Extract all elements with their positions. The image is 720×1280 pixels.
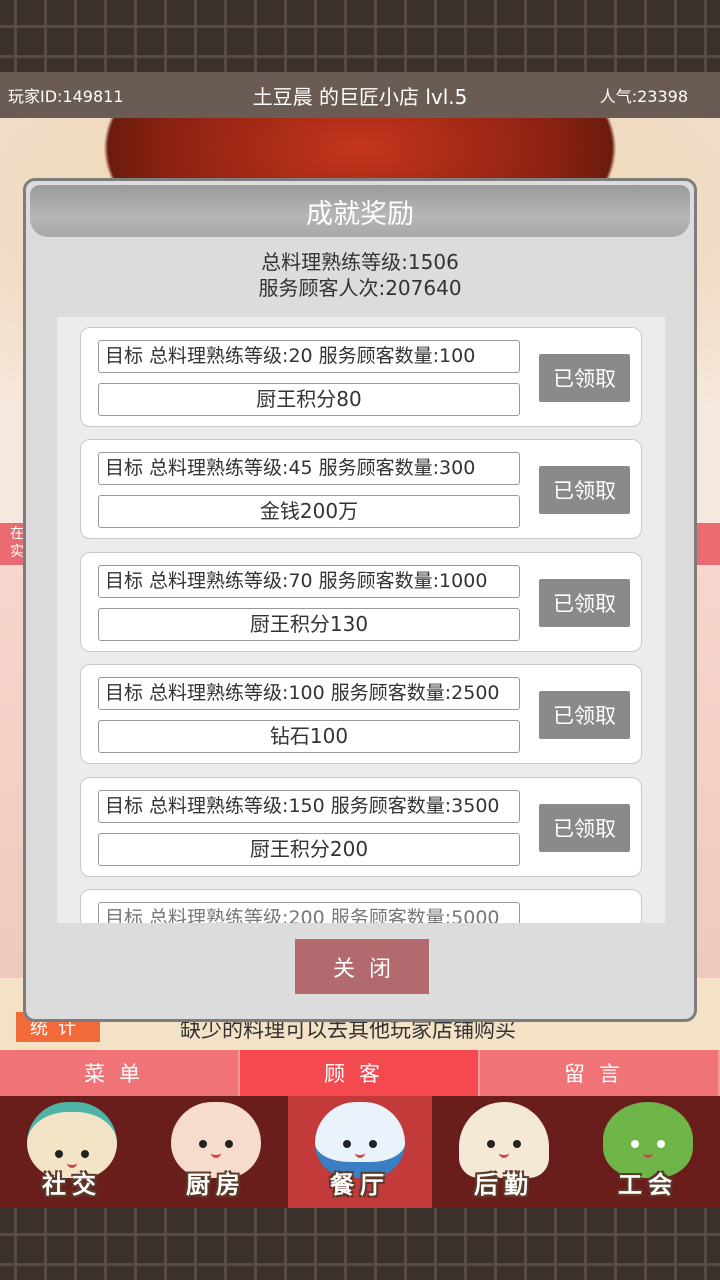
achievement-reward-dialog: 成就奖励 总料理熟练等级:1506 服务顾客人次:207640 目标 总料理熟练… (23, 178, 697, 1022)
close-button[interactable]: 关闭 (295, 939, 429, 994)
nav-guild[interactable]: 工会 (576, 1096, 720, 1208)
bottom-nav: 社交 厨房 餐厅 后勤 工会 (0, 1096, 720, 1208)
achievement-card: 目标 总料理熟练等级:100 服务顾客数量:2500 钻石100 已领取 (80, 664, 642, 764)
claimed-button[interactable]: 已领取 (539, 804, 630, 852)
nav-social-label: 社交 (42, 1171, 102, 1199)
achievement-goal: 目标 总料理熟练等级:100 服务顾客数量:2500 (98, 677, 520, 710)
achievement-card: 目标 总料理熟练等级:20 服务顾客数量:100 厨王积分80 已领取 (80, 327, 642, 427)
summary: 总料理熟练等级:1506 服务顾客人次:207640 (26, 249, 694, 301)
summary-level: 总料理熟练等级:1506 (261, 250, 459, 274)
nav-guild-label: 工会 (618, 1171, 678, 1199)
achievement-goal: 目标 总料理熟练等级:200 服务顾客数量:5000 (98, 902, 520, 923)
achievement-card: 目标 总料理熟练等级:70 服务顾客数量:1000 厨王积分130 已领取 (80, 552, 642, 652)
achievement-goal: 目标 总料理熟练等级:70 服务顾客数量:1000 (98, 565, 520, 598)
bottom-lattice-border (0, 1208, 720, 1280)
tab-row: 菜单 顾客 留言 (0, 1050, 720, 1096)
nav-social[interactable]: 社交 (0, 1096, 144, 1208)
dialog-title: 成就奖励 (30, 185, 690, 237)
summary-customers: 服务顾客人次:207640 (258, 276, 462, 300)
claimed-button[interactable]: 已领取 (539, 466, 630, 514)
achievement-reward: 厨王积分80 (98, 383, 520, 416)
tab-messages[interactable]: 留言 (480, 1050, 720, 1096)
nav-restaurant[interactable]: 餐厅 (288, 1096, 432, 1208)
nav-kitchen-label: 厨房 (186, 1171, 246, 1199)
tab-customers[interactable]: 顾客 (240, 1050, 480, 1096)
achievement-goal: 目标 总料理熟练等级:45 服务顾客数量:300 (98, 452, 520, 485)
side-strip-text: 在 实 (10, 526, 24, 560)
achievement-reward: 金钱200万 (98, 495, 520, 528)
achievement-card: 目标 总料理熟练等级:150 服务顾客数量:3500 厨王积分200 已领取 (80, 777, 642, 877)
claimed-button[interactable]: 已领取 (539, 354, 630, 402)
achievement-list[interactable]: 目标 总料理熟练等级:20 服务顾客数量:100 厨王积分80 已领取 目标 总… (57, 317, 665, 923)
achievement-card-partial: 目标 总料理熟练等级:200 服务顾客数量:5000 (80, 889, 642, 923)
popularity-count: 人气:23398 (599, 87, 688, 106)
achievement-goal: 目标 总料理熟练等级:150 服务顾客数量:3500 (98, 790, 520, 823)
achievement-goal: 目标 总料理熟练等级:20 服务顾客数量:100 (98, 340, 520, 373)
info-bar: 玩家ID:149811 土豆晨 的巨匠小店 lvl.5 人气:23398 (0, 72, 720, 118)
achievement-reward: 钻石100 (98, 720, 520, 753)
nav-restaurant-label: 餐厅 (330, 1171, 390, 1199)
achievement-card: 目标 总料理熟练等级:45 服务顾客数量:300 金钱200万 已领取 (80, 439, 642, 539)
tab-menu[interactable]: 菜单 (0, 1050, 240, 1096)
top-lattice-border (0, 0, 720, 72)
achievement-reward: 厨王积分200 (98, 833, 520, 866)
nav-logistics-label: 后勤 (474, 1171, 534, 1199)
claimed-button[interactable]: 已领取 (539, 691, 630, 739)
nav-logistics[interactable]: 后勤 (432, 1096, 576, 1208)
nav-kitchen[interactable]: 厨房 (144, 1096, 288, 1208)
claimed-button[interactable]: 已领取 (539, 579, 630, 627)
achievement-reward: 厨王积分130 (98, 608, 520, 641)
